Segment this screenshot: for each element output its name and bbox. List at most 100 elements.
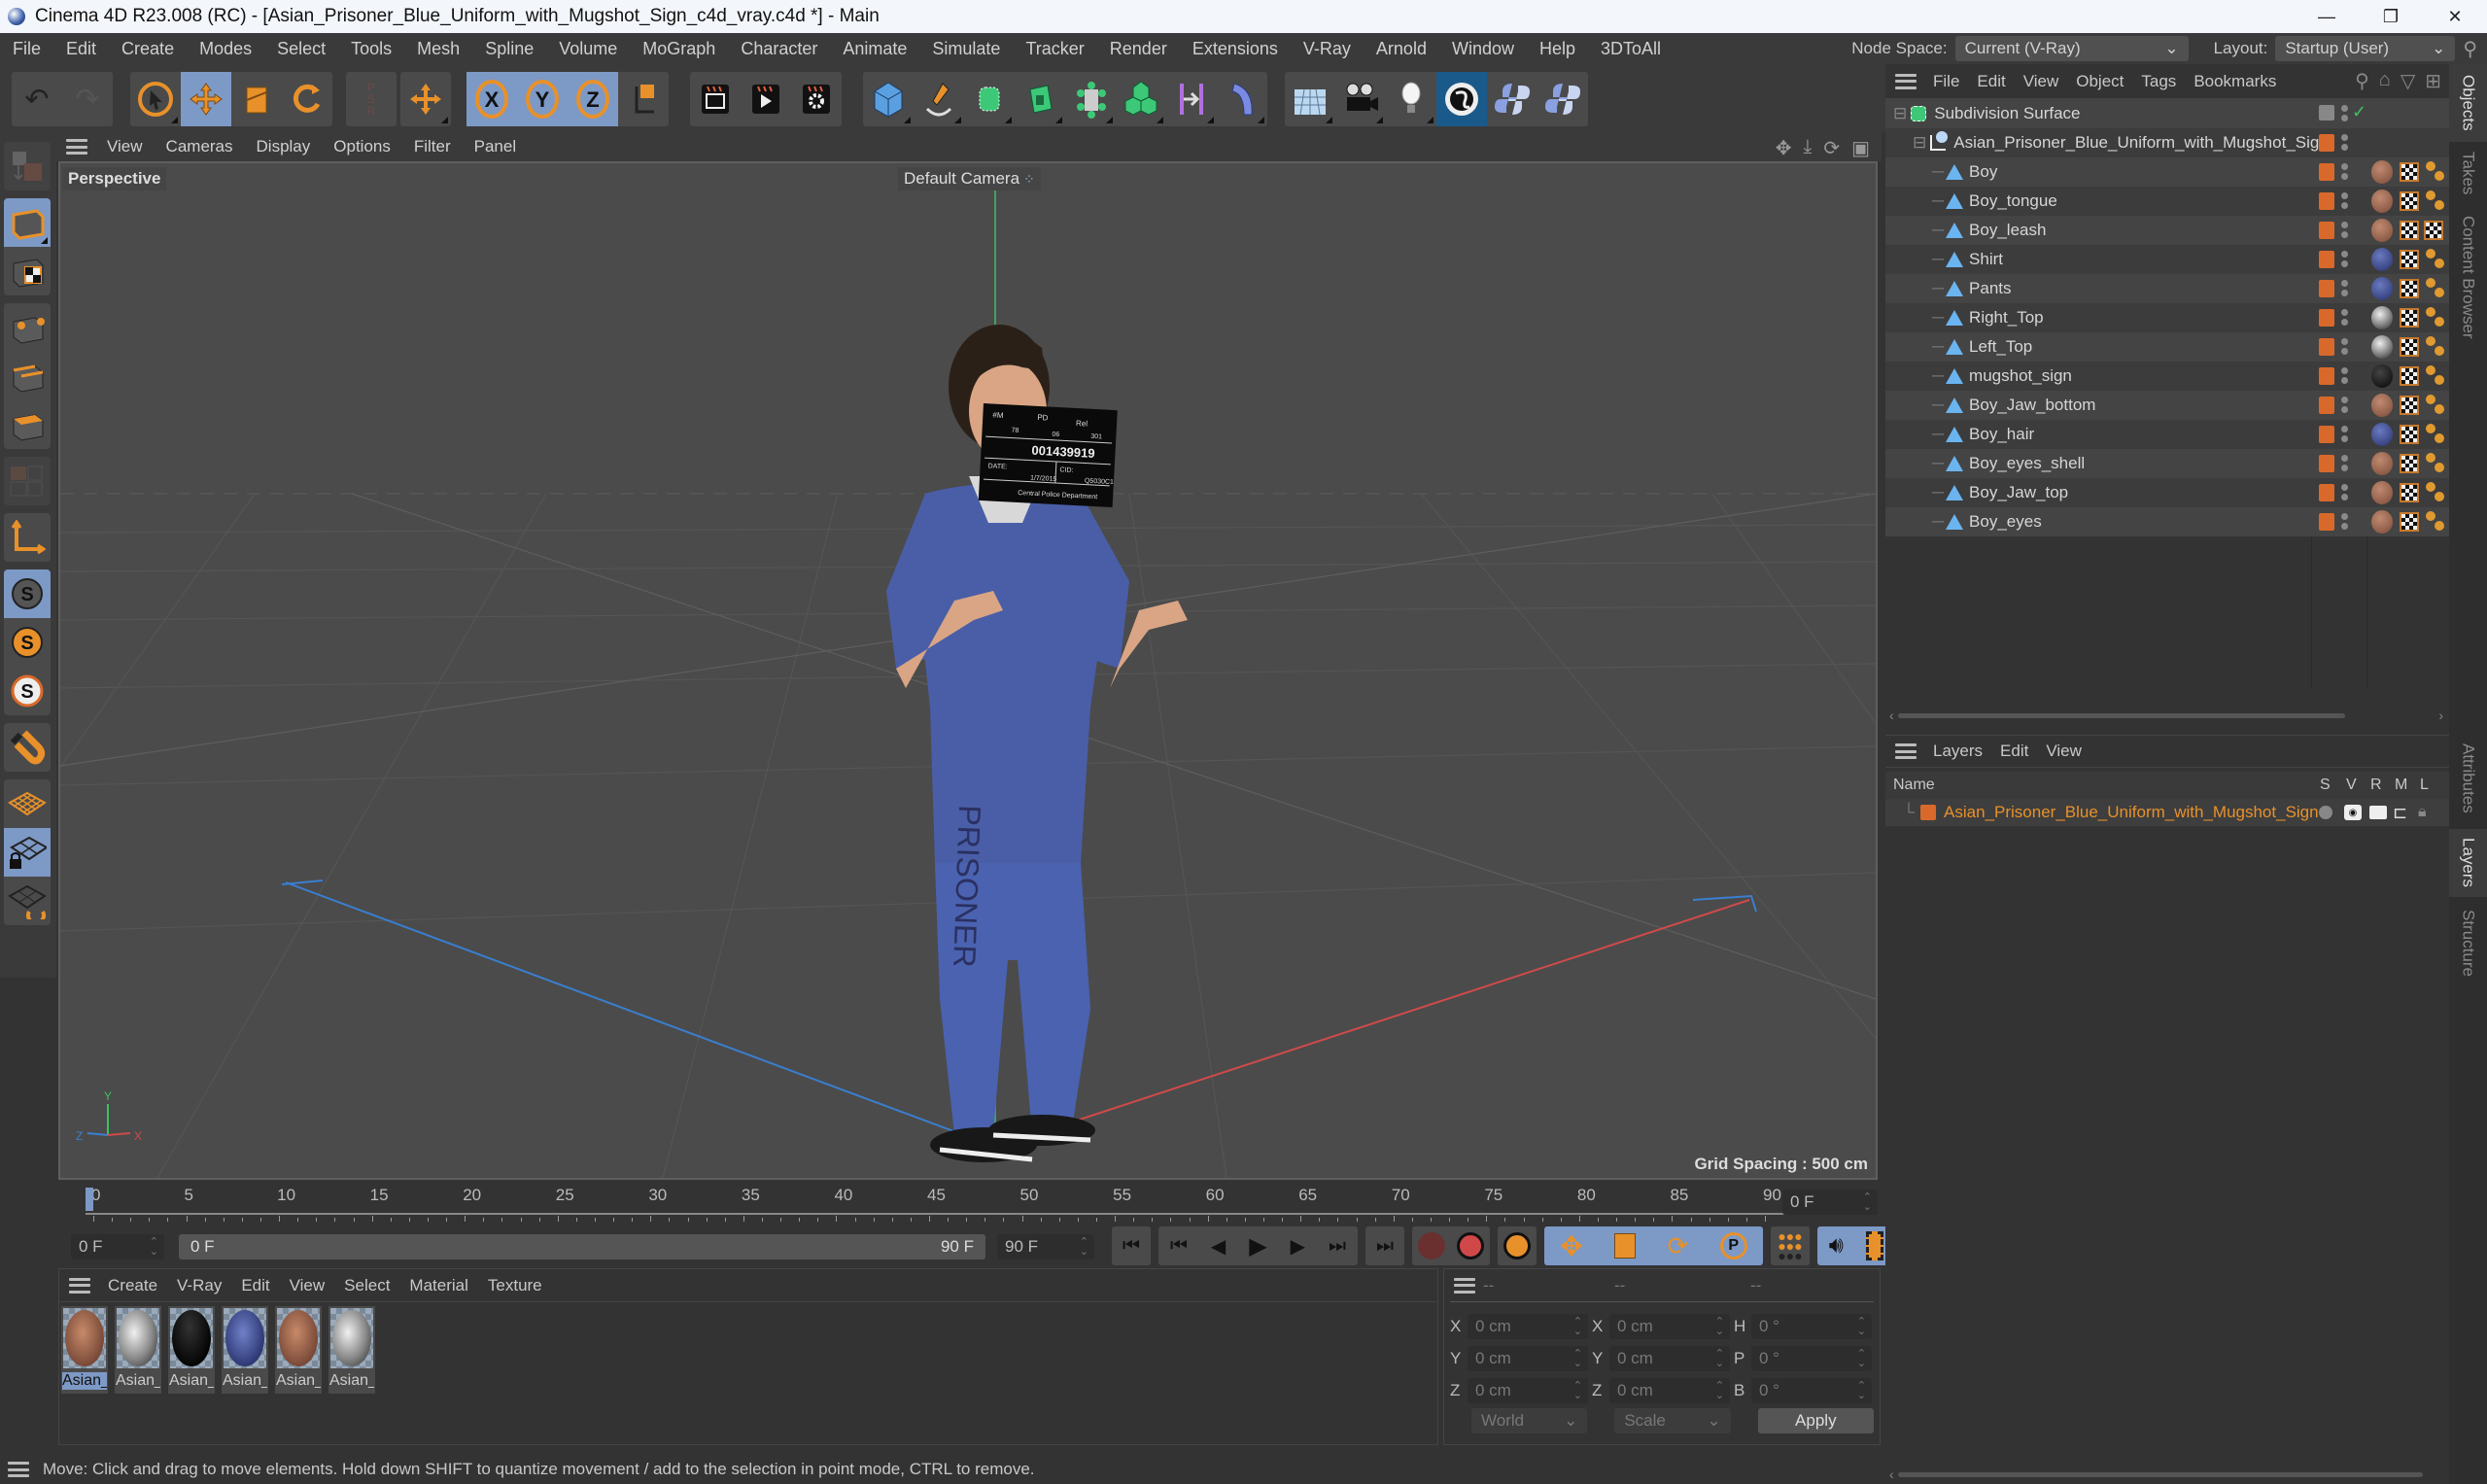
- size-field[interactable]: 0 cm ⌃ ⌄: [1609, 1377, 1730, 1403]
- menu-animate[interactable]: Animate: [830, 39, 919, 59]
- timeline-ruler[interactable]: 0 5 10 15 20 25 30 35 40 45 50 55 60 65 70 75 80 85 90: [86, 1186, 1845, 1225]
- dolly-view-icon[interactable]: ⤓: [1803, 136, 1812, 160]
- menu-help[interactable]: Help: [1527, 39, 1588, 59]
- subdivision-surface-button[interactable]: [964, 72, 1015, 126]
- visibility-dots-icon[interactable]: [2341, 309, 2349, 327]
- viewport-menu-view[interactable]: View: [95, 137, 155, 156]
- menu-modes[interactable]: Modes: [187, 39, 264, 59]
- position-field[interactable]: 0 cm ⌃ ⌄: [1468, 1345, 1588, 1371]
- minimize-button[interactable]: —: [2295, 0, 2359, 33]
- object-row[interactable]: ─ mugshot_sign: [1885, 362, 2449, 391]
- playhead[interactable]: [86, 1188, 93, 1211]
- object-name[interactable]: Left_Top: [1969, 337, 2032, 357]
- menu-mograph[interactable]: MoGraph: [630, 39, 728, 59]
- recent-tool-button[interactable]: [400, 72, 451, 126]
- viewport-menu-filter[interactable]: Filter: [402, 137, 463, 156]
- position-field[interactable]: 0 cm ⌃ ⌄: [1468, 1313, 1588, 1339]
- object-row-root[interactable]: ⊟ Subdivision Surface ✓: [1885, 99, 2449, 128]
- rotate-button[interactable]: [282, 72, 332, 126]
- visibility-dots-icon[interactable]: [2341, 222, 2349, 239]
- menu-tools[interactable]: Tools: [338, 39, 404, 59]
- scroll-right-icon[interactable]: ›: [2438, 707, 2443, 723]
- node-space-select[interactable]: Current (V-Ray) ⌄: [1954, 36, 2189, 61]
- rotation-field[interactable]: 0 ° ⌃ ⌄: [1751, 1377, 1872, 1403]
- menu-window[interactable]: Window: [1439, 39, 1527, 59]
- layer-color-swatch[interactable]: [2319, 484, 2334, 501]
- object-row[interactable]: ─ Boy_eyes_shell: [1885, 449, 2449, 478]
- tab-content-browser[interactable]: Content Browser: [2449, 204, 2487, 350]
- undo-button[interactable]: ↶: [12, 72, 62, 126]
- python-button-1[interactable]: [1487, 72, 1537, 126]
- layer-color-swatch[interactable]: [2319, 397, 2334, 414]
- tab-takes[interactable]: Takes: [2449, 144, 2487, 202]
- object-row[interactable]: ─ Boy_eyes: [1885, 507, 2449, 536]
- point-level-animation-button[interactable]: ●●● ●●● ●●●: [1771, 1226, 1810, 1265]
- axis-mode-button[interactable]: [4, 513, 51, 562]
- visibility-dots-icon[interactable]: [2341, 426, 2349, 443]
- object-name[interactable]: Right_Top: [1969, 308, 2044, 328]
- vray-tag-icon[interactable]: [2426, 395, 2435, 404]
- layer-color-swatch[interactable]: [2319, 426, 2334, 443]
- sound-icon[interactable]: 🔊︎: [1829, 1232, 1844, 1260]
- object-name[interactable]: Boy_tongue: [1969, 191, 2057, 211]
- menu-arnold[interactable]: Arnold: [1364, 39, 1439, 59]
- lock-icon[interactable]: 🔒︎: [2418, 804, 2427, 821]
- eye-visible-icon[interactable]: ◉: [2344, 805, 2362, 820]
- tab-structure[interactable]: Structure: [2449, 899, 2487, 986]
- scroll-left-icon[interactable]: ‹: [1889, 707, 1894, 723]
- material-swatch[interactable]: Asian_Pr: [275, 1306, 322, 1394]
- extrude-button[interactable]: [1015, 72, 1065, 126]
- solo-toggle-icon[interactable]: [2319, 806, 2332, 819]
- object-name[interactable]: Subdivision Surface: [1934, 104, 2080, 123]
- hamburger-icon[interactable]: [69, 1277, 90, 1294]
- polygons-mode-button[interactable]: [4, 400, 51, 449]
- preview-range-slider[interactable]: 0 F 90 F: [179, 1234, 985, 1260]
- object-row[interactable]: ─ Boy: [1885, 157, 2449, 187]
- layer-row[interactable]: └ Asian_Prisoner_Blue_Uniform_with_Mugsh…: [1885, 799, 2449, 826]
- material-swatch[interactable]: Asian_Pr: [115, 1306, 161, 1394]
- visibility-dots-icon[interactable]: [2341, 513, 2349, 531]
- search-icon[interactable]: ⚲: [2463, 37, 2477, 61]
- light-button[interactable]: [1386, 72, 1436, 126]
- material-menu-vray[interactable]: V-Ray: [167, 1276, 231, 1295]
- vray-tag-icon[interactable]: [2426, 336, 2435, 346]
- layer-color-swatch[interactable]: [2319, 367, 2334, 385]
- scale-button[interactable]: [231, 72, 282, 126]
- points-mode-button[interactable]: [4, 303, 51, 352]
- objects-menu-tags[interactable]: Tags: [2132, 72, 2185, 91]
- visibility-dots-icon[interactable]: [2341, 484, 2349, 501]
- uvw-tag-icon[interactable]: [2400, 250, 2419, 269]
- visibility-dots-icon[interactable]: [2341, 134, 2349, 152]
- layers-menu-layers[interactable]: Layers: [1924, 742, 1991, 761]
- layer-color-swatch[interactable]: [2319, 309, 2334, 327]
- menu-spline[interactable]: Spline: [472, 39, 546, 59]
- end-frame-field[interactable]: 90 F ⌃ ⌄: [997, 1234, 1094, 1260]
- layout-select[interactable]: Startup (User) ⌄: [2275, 36, 2456, 61]
- y-axis-lock-button[interactable]: Y: [517, 72, 568, 126]
- menu-character[interactable]: Character: [728, 39, 830, 59]
- fracture-button[interactable]: [1116, 72, 1166, 126]
- clapper-render-icon[interactable]: [2369, 806, 2387, 819]
- viewport-menu-options[interactable]: Options: [322, 137, 402, 156]
- magnet-button[interactable]: [4, 723, 51, 772]
- uvw-tag-icon[interactable]: [2400, 337, 2419, 357]
- material-tag-icon[interactable]: [2371, 219, 2393, 242]
- menu-volume[interactable]: Volume: [546, 39, 630, 59]
- object-name[interactable]: Boy_Jaw_bottom: [1969, 396, 2095, 415]
- objects-menu-edit[interactable]: Edit: [1968, 72, 2014, 91]
- pan-view-icon[interactable]: ✥: [1776, 136, 1792, 160]
- material-menu-select[interactable]: Select: [334, 1276, 399, 1295]
- object-row[interactable]: ─ Boy_leash: [1885, 216, 2449, 245]
- material-tag-icon[interactable]: [2371, 277, 2393, 300]
- material-swatch[interactable]: Asian_Pr: [168, 1306, 215, 1394]
- object-name[interactable]: Boy_eyes_shell: [1969, 454, 2085, 473]
- menu-create[interactable]: Create: [109, 39, 187, 59]
- layer-color-swatch[interactable]: [2319, 513, 2334, 531]
- menu-vray[interactable]: V-Ray: [1291, 39, 1364, 59]
- material-menu-view[interactable]: View: [280, 1276, 335, 1295]
- layer-color-swatch[interactable]: [2319, 280, 2334, 297]
- objects-menu-bookmarks[interactable]: Bookmarks: [2185, 72, 2285, 91]
- layer-name[interactable]: Asian_Prisoner_Blue_Uniform_with_Mugshot…: [1944, 803, 2319, 822]
- vray-tag-icon[interactable]: [2426, 249, 2435, 259]
- hamburger-icon[interactable]: [1454, 1277, 1475, 1294]
